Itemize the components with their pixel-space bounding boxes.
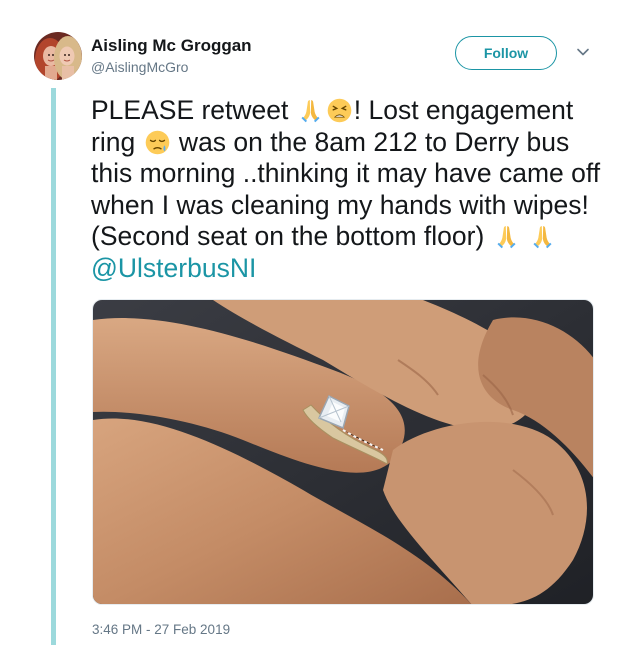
tweet-photo[interactable] xyxy=(92,299,594,605)
folded-hands-emoji-icon xyxy=(301,100,320,123)
display-name[interactable]: Aisling Mc Groggan xyxy=(91,36,252,56)
ring-photo xyxy=(93,300,593,604)
tweet-text-segment: PLEASE retweet xyxy=(91,95,296,125)
folded-hands-emoji-icon xyxy=(497,226,516,249)
author-block[interactable]: Aisling Mc Groggan @AislingMcGro xyxy=(91,36,252,77)
avatar[interactable] xyxy=(34,32,82,80)
folded-hands-emoji-icon xyxy=(533,226,552,249)
avatar-photo xyxy=(34,32,82,80)
tweet-timestamp[interactable]: 3:46 PM - 27 Feb 2019 xyxy=(92,622,230,637)
follow-button[interactable]: Follow xyxy=(455,36,557,70)
mention-link[interactable]: @UlsterbusNI xyxy=(91,253,256,283)
weary-face-emoji-icon xyxy=(327,98,352,123)
thread-line xyxy=(51,88,56,645)
sleepy-face-emoji-icon xyxy=(145,130,169,154)
tweet-card: Aisling Mc Groggan @AislingMcGro Follow … xyxy=(0,0,633,645)
chevron-down-icon[interactable] xyxy=(575,44,591,60)
user-handle[interactable]: @AislingMcGro xyxy=(91,57,252,77)
tweet-text: PLEASE retweet ! Lost engagement ring wa… xyxy=(91,95,611,284)
